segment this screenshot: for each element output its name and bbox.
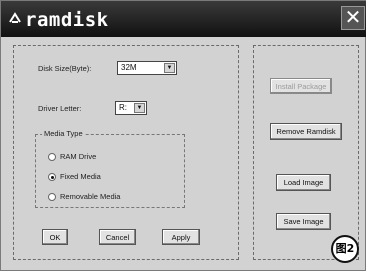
apply-button[interactable]: Apply — [162, 229, 200, 245]
close-icon: ✕ — [344, 5, 362, 29]
install-package-button[interactable]: Install Package — [270, 78, 332, 94]
disk-size-select[interactable]: 32M ▼ — [117, 61, 177, 75]
cancel-button[interactable]: Cancel — [99, 229, 136, 245]
disk-size-value: 32M — [121, 63, 137, 72]
load-image-button[interactable]: Load Image — [276, 174, 331, 191]
remove-ramdisk-button[interactable]: Remove Ramdisk — [270, 123, 342, 140]
radio-button[interactable] — [48, 173, 56, 181]
radio-button[interactable] — [48, 193, 56, 201]
radio-label[interactable]: Removable Media — [60, 192, 120, 201]
drive-letter-label: Driver Letter: — [38, 104, 82, 113]
save-image-button[interactable]: Save Image — [276, 213, 331, 230]
window-title: ramdisk — [25, 9, 109, 31]
app-icon — [9, 12, 21, 23]
disk-size-label: Disk Size(Byte): — [38, 64, 92, 73]
radio-button[interactable] — [48, 153, 56, 161]
close-button[interactable]: ✕ — [341, 6, 365, 30]
ramdisk-window: ramdisk ✕ Disk Size(Byte): 32M ▼ Driver … — [0, 0, 366, 271]
radio-label[interactable]: Fixed Media — [60, 172, 101, 181]
media-type-title: Media Type — [42, 129, 85, 138]
chevron-down-icon[interactable]: ▼ — [164, 63, 175, 73]
title-bar[interactable]: ramdisk ✕ — [1, 1, 366, 37]
radio-label[interactable]: RAM Drive — [60, 152, 96, 161]
drive-letter-select[interactable]: R: ▼ — [115, 101, 147, 115]
ok-button[interactable]: OK — [42, 229, 68, 245]
chevron-down-icon[interactable]: ▼ — [134, 103, 145, 113]
figure-badge: 图2 — [331, 235, 359, 263]
drive-letter-value: R: — [119, 103, 127, 112]
